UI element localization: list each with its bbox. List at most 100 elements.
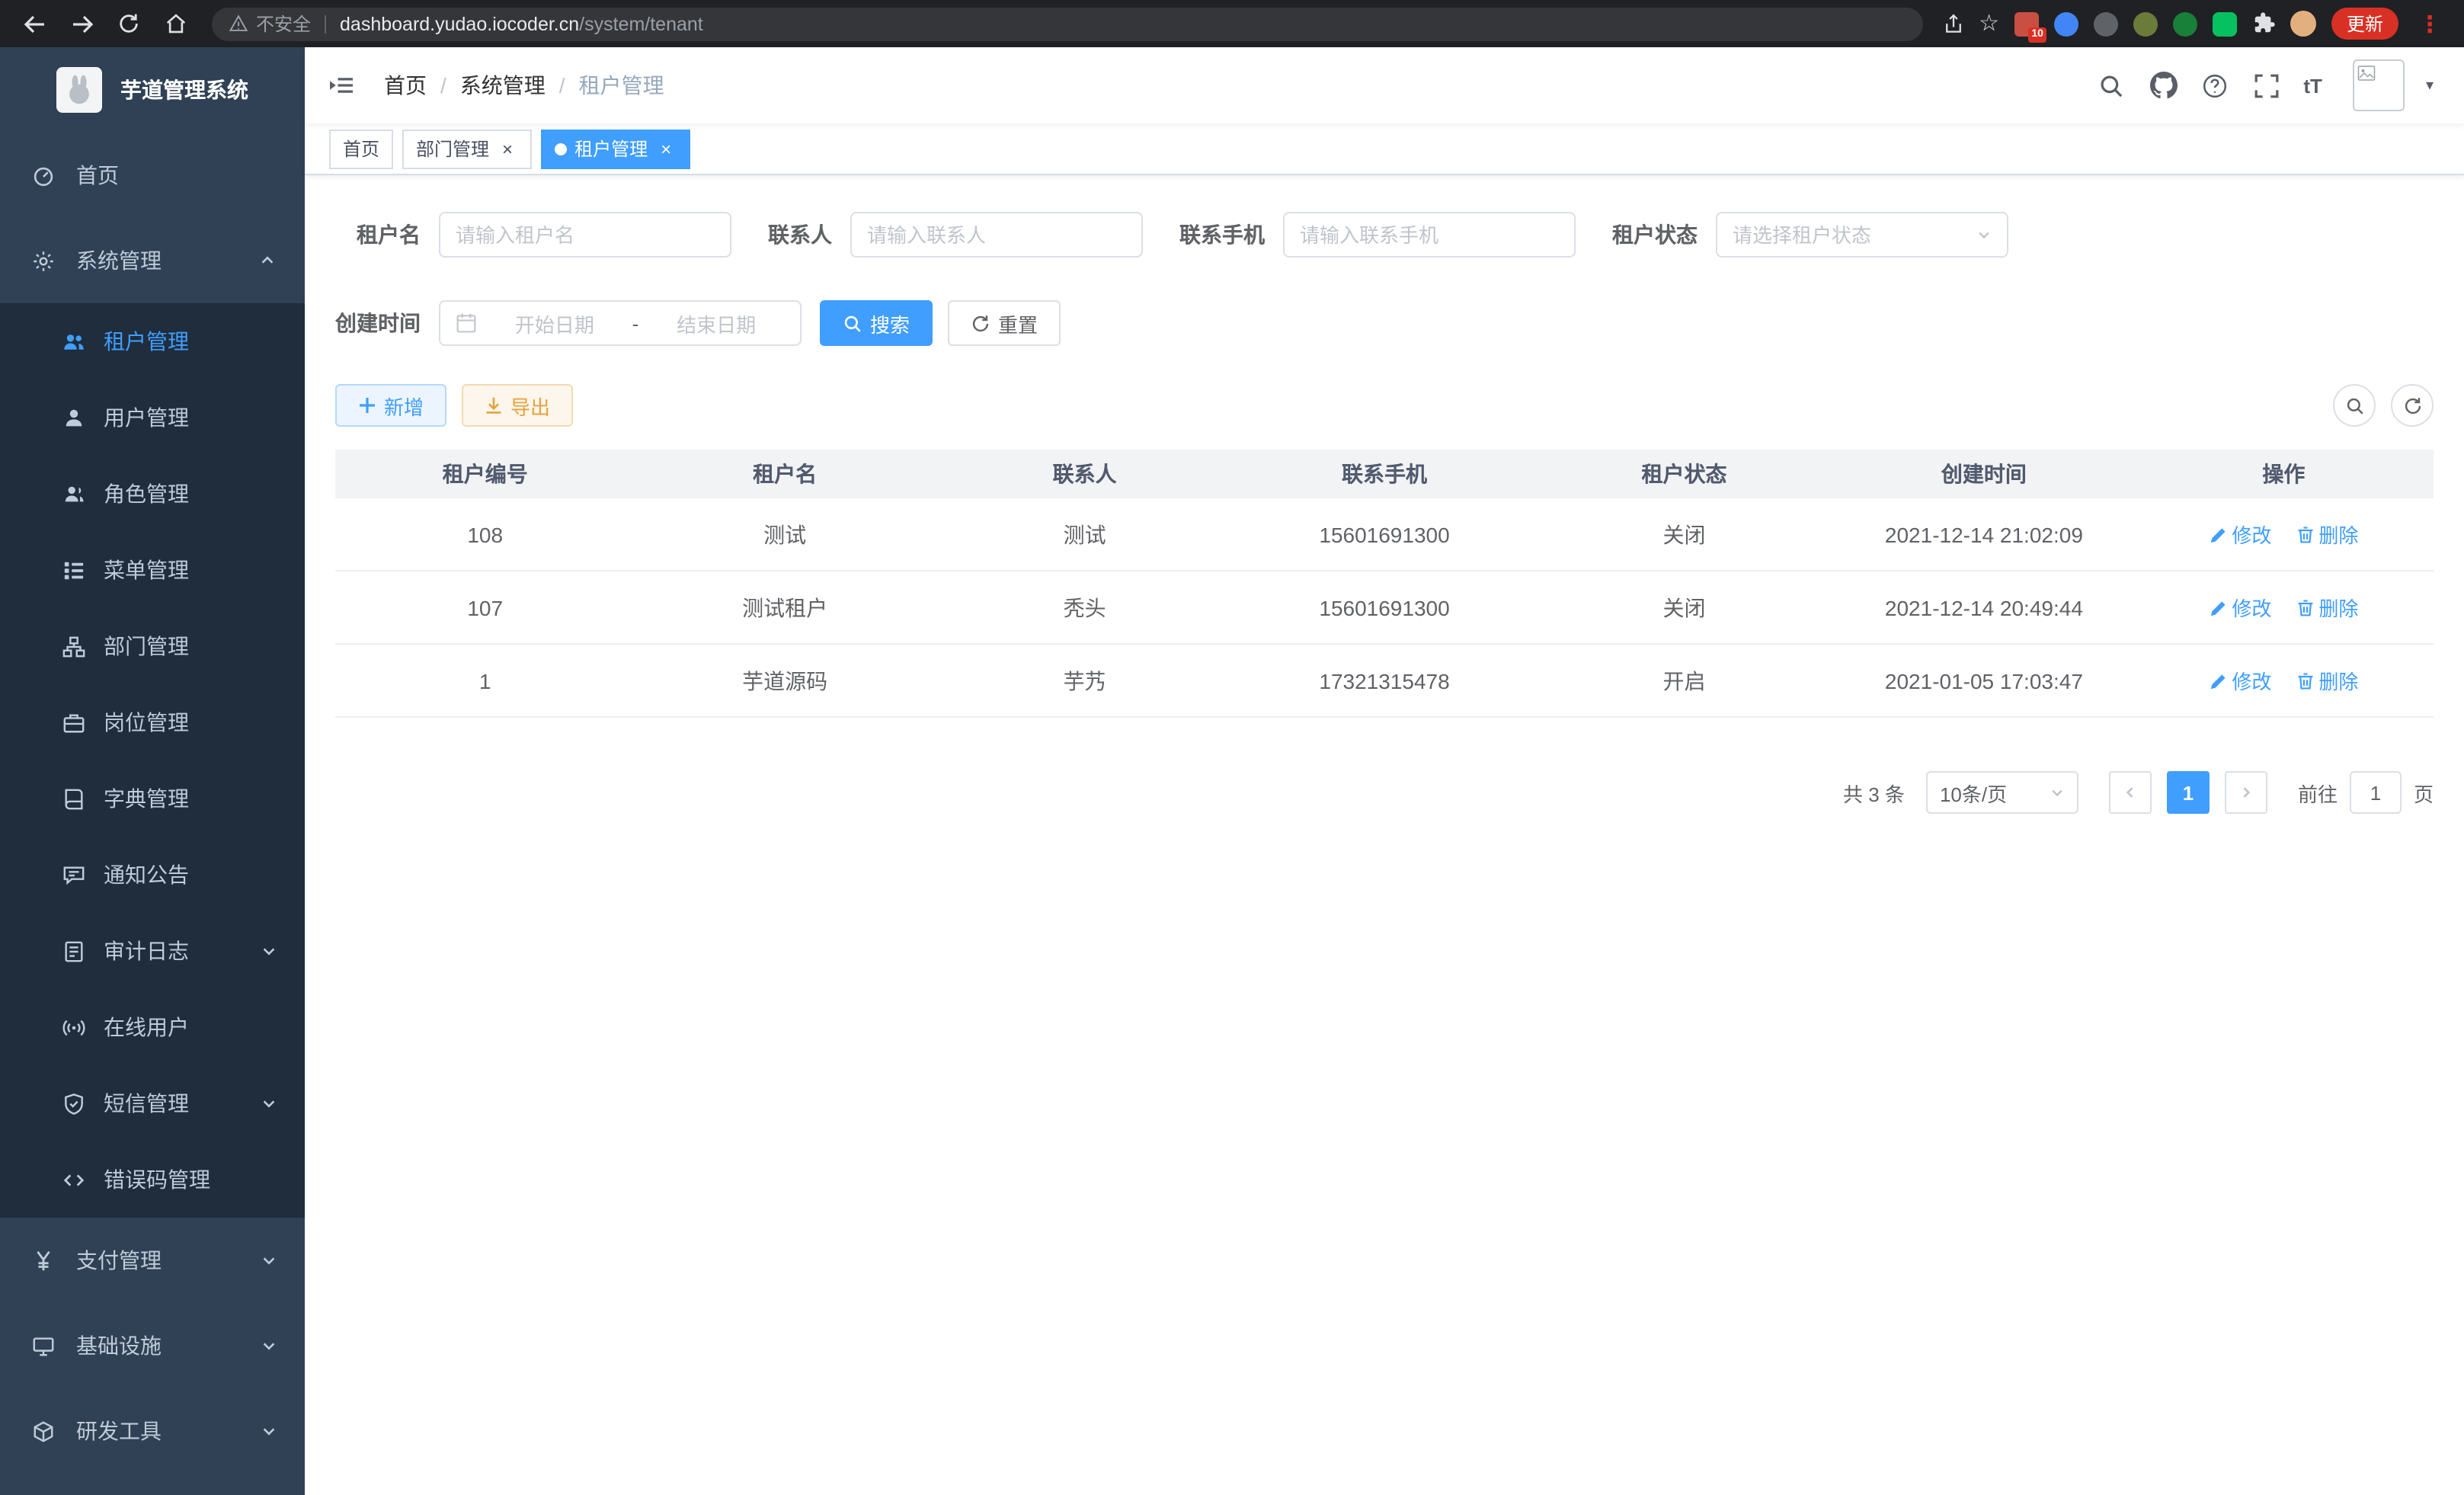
search-icon[interactable] bbox=[2096, 70, 2126, 101]
export-button[interactable]: 导出 bbox=[462, 384, 573, 427]
sidebar-item[interactable]: 研发工具 bbox=[0, 1388, 305, 1474]
sidebar-item-label: 基础设施 bbox=[76, 1330, 162, 1361]
chevron-left-icon bbox=[2123, 785, 2138, 800]
table-header-cell: 租户名 bbox=[635, 459, 934, 489]
share-icon[interactable] bbox=[1942, 13, 1963, 34]
extension-icon[interactable]: 10 bbox=[2014, 11, 2039, 36]
sidebar-item[interactable]: 首页 bbox=[0, 133, 305, 218]
sidebar-item[interactable]: 支付管理 bbox=[0, 1218, 305, 1303]
browser-profile-avatar[interactable] bbox=[2290, 11, 2316, 37]
breadcrumb-item[interactable]: 系统管理 bbox=[460, 70, 546, 101]
extension-icon[interactable] bbox=[2133, 11, 2158, 36]
github-icon[interactable] bbox=[2148, 70, 2178, 101]
refresh-table-button[interactable] bbox=[2391, 384, 2434, 427]
sidebar-item[interactable]: 菜单管理 bbox=[0, 532, 305, 608]
fullscreen-icon[interactable] bbox=[2251, 70, 2282, 101]
text-input[interactable] bbox=[439, 212, 731, 258]
text-input[interactable] bbox=[850, 212, 1143, 258]
user-icon bbox=[61, 405, 85, 430]
chevron-down-icon bbox=[259, 1094, 277, 1112]
edit-row-button[interactable]: 修改 bbox=[2209, 593, 2271, 622]
sidebar-item[interactable]: 基础设施 bbox=[0, 1303, 305, 1388]
status-select[interactable] bbox=[1716, 212, 2008, 258]
tag-active[interactable]: 租户管理× bbox=[541, 129, 690, 168]
url-bar[interactable]: 不安全 dashboard.yudao.iocoder.cn /system/t… bbox=[212, 7, 1922, 40]
bookmark-star-icon[interactable]: ☆ bbox=[1979, 12, 1999, 35]
goto-page-input[interactable] bbox=[2350, 771, 2402, 814]
table-cell: 开启 bbox=[1534, 665, 1834, 696]
table-cell: 关闭 bbox=[1534, 519, 1834, 549]
sidebar-item[interactable]: 短信管理 bbox=[0, 1065, 305, 1141]
site-security[interactable]: 不安全 bbox=[229, 11, 311, 37]
extension-icon[interactable] bbox=[2054, 11, 2078, 36]
font-size-icon[interactable]: tT bbox=[2303, 74, 2322, 97]
sidebar-item-label: 短信管理 bbox=[104, 1088, 189, 1119]
sidebar-item[interactable]: 字典管理 bbox=[0, 760, 305, 837]
next-page-button[interactable] bbox=[2225, 771, 2267, 814]
close-icon[interactable]: × bbox=[655, 138, 677, 159]
select-input[interactable] bbox=[1733, 223, 1967, 246]
table-header-cell: 联系手机 bbox=[1234, 459, 1534, 489]
sidebar-item[interactable]: 系统管理 bbox=[0, 218, 305, 303]
app: 芋道管理系统 首页系统管理租户管理用户管理角色管理菜单管理部门管理岗位管理字典管… bbox=[0, 47, 2464, 1495]
sidebar-item[interactable]: 租户管理 bbox=[0, 303, 305, 379]
date-range-picker[interactable]: 开始日期 - 结束日期 bbox=[439, 300, 802, 346]
browser-menu-icon[interactable]: ⋮ bbox=[2414, 10, 2446, 37]
filter-field: 联系手机 bbox=[1179, 212, 1576, 258]
forward-icon[interactable] bbox=[62, 5, 101, 43]
home-icon[interactable] bbox=[157, 5, 195, 43]
reset-button[interactable]: 重置 bbox=[948, 300, 1061, 346]
sidebar-item[interactable]: 岗位管理 bbox=[0, 684, 305, 760]
back-icon[interactable] bbox=[15, 5, 53, 43]
chevron-down-icon bbox=[259, 1251, 277, 1269]
search-button[interactable]: 搜索 bbox=[820, 300, 933, 346]
sidebar-item[interactable]: 通知公告 bbox=[0, 837, 305, 913]
table-row: 108测试测试15601691300关闭2021-12-14 21:02:09修… bbox=[335, 498, 2434, 571]
extensions-puzzle-icon[interactable] bbox=[2252, 12, 2275, 35]
filter-input[interactable] bbox=[1300, 223, 1559, 246]
extension-icon[interactable] bbox=[2213, 11, 2237, 36]
page-size-select[interactable]: 10条/页 bbox=[1926, 771, 2078, 814]
url-host: dashboard.yudao.iocoder.cn bbox=[340, 13, 579, 34]
user-avatar[interactable] bbox=[2353, 59, 2405, 111]
tag-item[interactable]: 部门管理× bbox=[402, 129, 532, 168]
filter-input[interactable] bbox=[867, 223, 1126, 246]
page-number-active[interactable]: 1 bbox=[2167, 771, 2210, 814]
sidebar-item[interactable]: 审计日志 bbox=[0, 913, 305, 989]
sidebar-item[interactable]: 错误码管理 bbox=[0, 1141, 305, 1218]
add-button[interactable]: 新增 bbox=[335, 384, 446, 427]
main-area: 首页/系统管理/租户管理 tT bbox=[305, 47, 2464, 1495]
delete-row-button[interactable]: 删除 bbox=[2296, 593, 2358, 622]
tags-view: 首页部门管理×租户管理× bbox=[305, 123, 2464, 175]
filter-input[interactable] bbox=[456, 223, 715, 246]
toggle-search-button[interactable] bbox=[2333, 384, 2376, 427]
filter-label: 租户名 bbox=[335, 219, 421, 250]
sidebar-logo[interactable]: 芋道管理系统 bbox=[0, 47, 305, 133]
extension-icon[interactable] bbox=[2094, 11, 2118, 36]
security-label: 不安全 bbox=[256, 11, 311, 37]
sidebar-item[interactable]: 在线用户 bbox=[0, 989, 305, 1065]
sidebar-item[interactable]: 部门管理 bbox=[0, 608, 305, 684]
delete-row-button[interactable]: 删除 bbox=[2296, 520, 2358, 549]
sidebar-item[interactable]: 用户管理 bbox=[0, 379, 305, 456]
filter-label: 租户状态 bbox=[1612, 219, 1698, 250]
edit-row-button[interactable]: 修改 bbox=[2209, 520, 2271, 549]
infra-monitor-icon bbox=[30, 1333, 55, 1358]
breadcrumb-item[interactable]: 首页 bbox=[384, 70, 427, 101]
tenant-table: 租户编号租户名联系人联系手机租户状态创建时间操作 108测试测试15601691… bbox=[335, 450, 2434, 718]
delete-row-button[interactable]: 删除 bbox=[2296, 666, 2358, 695]
prev-page-button[interactable] bbox=[2109, 771, 2152, 814]
close-icon[interactable]: × bbox=[497, 138, 518, 159]
caret-down-icon[interactable]: ▾ bbox=[2426, 77, 2434, 94]
reload-icon[interactable] bbox=[110, 5, 148, 43]
chrome-update-button[interactable]: 更新 bbox=[2331, 8, 2398, 40]
filter-label: 联系人 bbox=[768, 219, 832, 250]
text-input[interactable] bbox=[1283, 212, 1576, 258]
extension-icon[interactable] bbox=[2173, 11, 2197, 36]
url-divider bbox=[325, 14, 326, 33]
tag-item[interactable]: 首页 bbox=[329, 129, 393, 168]
hamburger-icon[interactable] bbox=[326, 70, 357, 101]
edit-row-button[interactable]: 修改 bbox=[2209, 666, 2271, 695]
sidebar-item[interactable]: 角色管理 bbox=[0, 456, 305, 532]
help-icon[interactable] bbox=[2200, 70, 2230, 101]
